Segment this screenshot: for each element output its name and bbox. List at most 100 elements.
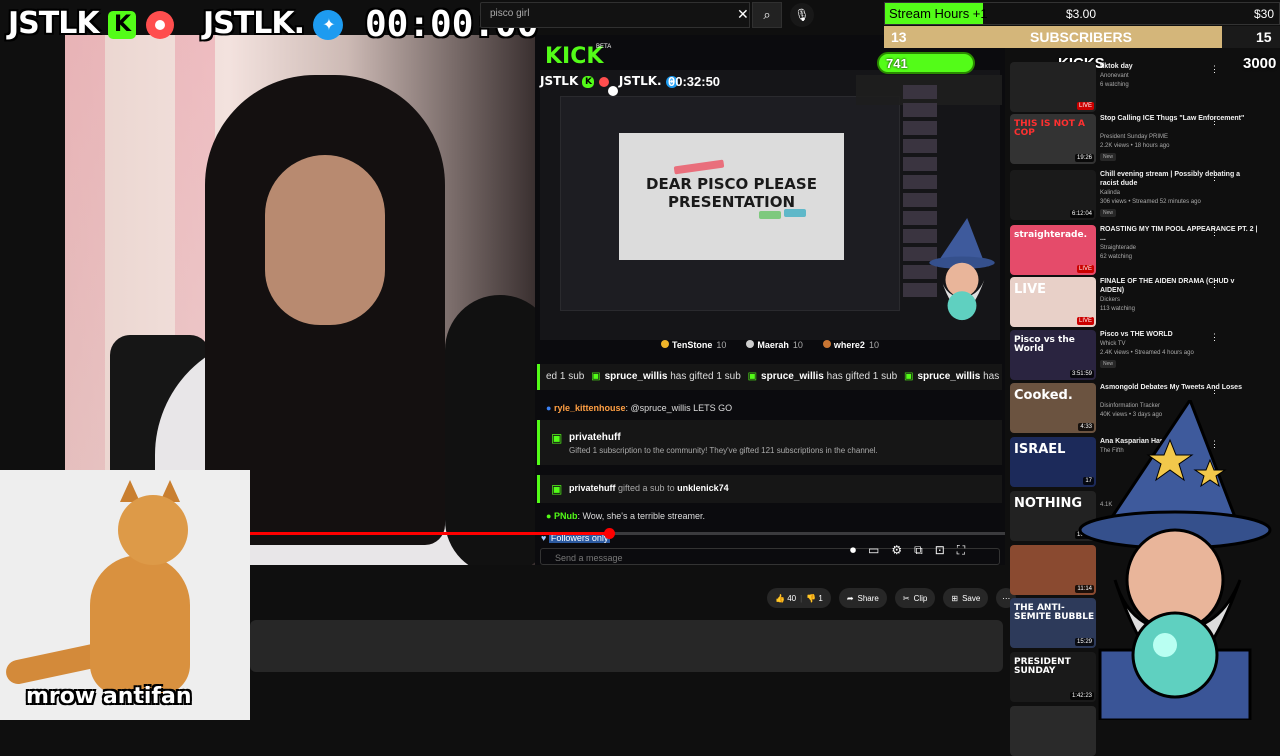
wizard-mascot-small [929, 218, 995, 321]
more-options-icon[interactable]: ⋮ [1210, 64, 1219, 75]
subscribers-label: SUBSCRIBERS [1030, 29, 1132, 45]
thumbnail-text: straighterade. [1014, 230, 1087, 240]
more-options-icon[interactable]: ⋮ [1210, 279, 1219, 290]
channel-name[interactable]: Kalinda [1100, 190, 1120, 196]
thumbnail-text: Cooked. [1014, 388, 1073, 403]
gift-ticker: ed 1 sub ▣ spruce_willis has gifted 1 sub… [537, 364, 1002, 390]
channel-name[interactable]: President Sunday PRIME [1100, 134, 1168, 140]
channel-name[interactable]: Straighterade [1100, 245, 1136, 251]
player-controls: ⏺ ▭ ⚙ ⧉ ⊡ ⛶ [850, 543, 965, 558]
duration-badge: 3:51:59 [1069, 370, 1094, 378]
video-meta: 306 views • Streamed 52 minutes ago [1100, 199, 1201, 205]
fullscreen-button[interactable]: ⛶ [957, 543, 965, 558]
leaderboard-item: Maerah 10 [746, 340, 803, 358]
video-title[interactable]: Pisco vs THE WORLD [1100, 330, 1260, 339]
gift-icon: ▣ [591, 371, 601, 382]
channel-name[interactable]: Whick TV [1100, 341, 1126, 347]
video-thumbnail[interactable]: LIVE LIVE [1010, 277, 1096, 327]
more-options-icon[interactable]: ⋮ [1210, 332, 1219, 343]
video-thumbnail[interactable]: Pisco vs the World 3:51:59 [1010, 330, 1096, 380]
kick-beta-tag: BETA [596, 44, 612, 50]
save-button[interactable]: ⊞ Save [943, 588, 989, 608]
share-icon: ➦ [846, 593, 854, 603]
search-input[interactable]: pisco girl [490, 8, 529, 19]
recommendation-item[interactable]: LIVE tiktok day Anonevant 6 watching ⋮ [1010, 62, 1275, 112]
channel-name[interactable]: Anonevant [1100, 73, 1129, 79]
autoplay-toggle[interactable]: ⏺ [850, 543, 856, 558]
more-options-icon[interactable]: ⋮ [1210, 172, 1219, 183]
gift-icon: ▣ [551, 431, 563, 445]
live-badge: LIVE [1076, 317, 1094, 325]
thumbnail-text: LIVE [1014, 282, 1047, 297]
thumbnail-text: ISRAEL [1014, 442, 1066, 457]
video-title[interactable]: FINALE OF THE AIDEN DRAMA (CHUD v AIDEN) [1100, 277, 1260, 295]
gift-event-text: privatehuff gifted a sub to unklenick74 [569, 483, 729, 493]
dislike-button[interactable]: 👎 1 [806, 594, 823, 603]
progress-fill [250, 532, 609, 535]
like-button[interactable]: 👍 40 [775, 594, 796, 603]
progress-scrubber[interactable] [603, 528, 615, 539]
voice-search-icon[interactable]: 🎙 [790, 3, 814, 27]
recommendation-item[interactable]: LIVE LIVE FINALE OF THE AIDEN DRAMA (CHUD … [1010, 277, 1275, 327]
clear-search-icon[interactable]: ✕ [737, 6, 749, 23]
gift-icon: ▣ [747, 371, 758, 382]
recommendation-item[interactable]: 6:12:04 Chill evening stream | Possibly d… [1010, 170, 1275, 220]
sub-event-message: Gifted 1 subscription to the community! … [569, 446, 878, 455]
subtitles-button[interactable]: ▭ [868, 543, 879, 558]
inner-timer: 00:32:50 [668, 74, 721, 89]
video-thumbnail[interactable]: LIVE [1010, 62, 1096, 112]
recommendation-item[interactable]: THIS IS NOT A COP 19:26 Stop Calling ICE T… [1010, 114, 1275, 164]
settings-icon[interactable]: ⚙ [891, 543, 902, 558]
new-badge: New [1100, 209, 1117, 217]
twitter-icon: ✦ [313, 9, 344, 40]
video-meta: 6 watching [1100, 82, 1129, 88]
recommendation-item[interactable]: Pisco vs the World 3:51:59 Pisco vs THE WO… [1010, 330, 1275, 380]
chat-message: ● ryle_kittenhouse: @spruce_willis LETS … [546, 403, 733, 413]
cast-icon[interactable]: ⊡ [935, 543, 945, 558]
more-options-icon[interactable]: ⋮ [1210, 385, 1219, 396]
channel-name[interactable]: Dickers [1100, 297, 1120, 303]
live-badge: LIVE [1076, 102, 1094, 110]
video-title[interactable]: Stop Calling ICE Thugs "Law Enforcement" [1100, 114, 1260, 123]
cat-label: mrow antifan [26, 684, 192, 709]
video-thumbnail[interactable]: THIS IS NOT A COP 19:26 [1010, 114, 1096, 164]
video-actions: 👍 40 | 👎 1 ➦ Share ✂ Clip ⊞ Save ⋯ [767, 588, 1017, 608]
more-options-icon[interactable]: ⋮ [1210, 227, 1219, 238]
clip-button[interactable]: ✂ Clip [894, 588, 936, 608]
scissors-icon: ✂ [902, 593, 910, 603]
thumbnail-text: THIS IS NOT A COP [1014, 119, 1086, 138]
sub-event-user: privatehuff [569, 432, 621, 443]
video-thumbnail[interactable]: straighterade. LIVE [1010, 225, 1096, 275]
thumbnail-text: Pisco vs the World [1014, 335, 1075, 354]
record-icon [145, 10, 174, 39]
stream-hours-price-max: $30 [1254, 7, 1275, 21]
search-icon[interactable]: ⌕ [752, 2, 782, 28]
video-title[interactable]: Asmongold Debates My Tweets And Loses [1100, 383, 1260, 392]
microphone [445, 295, 535, 565]
kick-logo: KICK [545, 44, 604, 69]
stream-hours-label: Stream Hours +1 [889, 6, 988, 21]
leaderboard-item: where2 10 [822, 340, 879, 358]
duration-badge: 6:12:04 [1069, 210, 1094, 218]
gift-leaderboard: TenStone 10 Maerah 10 where2 10 [540, 340, 1000, 358]
more-options-icon[interactable]: ⋮ [1210, 116, 1219, 127]
new-badge: New [1100, 153, 1117, 161]
subscribers-count: 13 [891, 29, 907, 45]
kick-icon: K [108, 10, 137, 39]
miniplayer-button[interactable]: ⧉ [914, 543, 923, 558]
video-title[interactable]: ROASTING MY TIM POOL APPEARANCE PT. 2 | … [1100, 225, 1260, 243]
kicks-count: 741 [886, 56, 908, 71]
share-button[interactable]: ➦ Share [838, 588, 887, 608]
slide-title: DEAR PISCO PLEASE PRESENTATION [646, 175, 817, 211]
description-box[interactable] [250, 620, 1003, 672]
video-thumbnail[interactable]: 6:12:04 [1010, 170, 1096, 220]
recommendation-item[interactable]: straighterade. LIVE ROASTING MY TIM POOL A… [1010, 225, 1275, 275]
inner-overlay-logos: JSTLK K JSTLK. ✦ [540, 74, 678, 96]
chat-message: ● PNub: Wow, she's a terrible streamer. [546, 511, 706, 521]
video-title[interactable]: Chill evening stream | Possibly debating… [1100, 170, 1260, 188]
gift-icon: ▣ [551, 482, 563, 496]
subscribers-goal: 15 [1256, 29, 1272, 45]
video-title[interactable]: tiktok day [1100, 62, 1260, 71]
wizard-mascot [1078, 400, 1272, 720]
like-dislike-group: 👍 40 | 👎 1 [767, 588, 831, 608]
